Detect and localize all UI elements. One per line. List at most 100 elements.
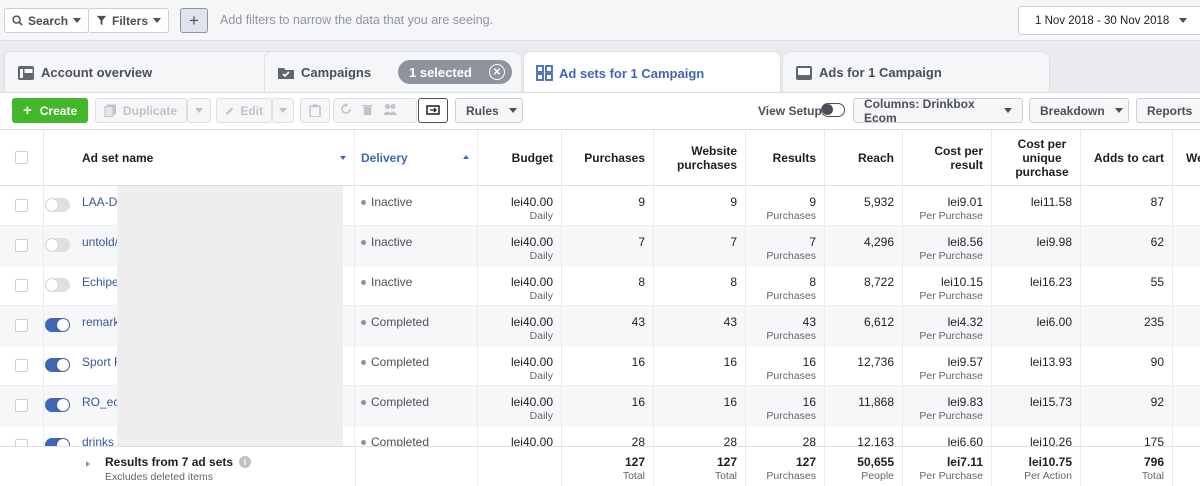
view-setup-toggle[interactable] [821,103,845,117]
cell-value: lei9.98 [1036,235,1072,249]
filters-button[interactable]: Filters [88,8,170,33]
ad-set-toggle[interactable] [45,318,70,332]
column-header-website-purchases[interactable]: Website purchases [654,130,746,186]
chevron-down-icon [1004,108,1012,113]
summary-value: lei10.75 [1028,455,1072,469]
column-header-next[interactable]: We [1173,130,1200,186]
tab-ads[interactable]: Ads for 1 Campaign [782,51,1050,93]
row-checkbox[interactable] [15,399,28,412]
row-reach-cell: 11,868 [825,386,903,426]
tab-account-overview[interactable]: Account overview [4,51,272,93]
ad-set-toggle[interactable] [45,278,70,292]
ad-set-toggle[interactable] [45,398,70,412]
row-checkbox[interactable] [15,239,28,252]
duplicate-button[interactable]: Duplicate [95,98,187,123]
people-icon[interactable] [383,103,397,118]
cell-value: lei9.83 [947,395,983,409]
edit-menu-button[interactable] [272,98,294,123]
row-cost-unique-cell: lei11.58 [992,186,1081,226]
rules-button[interactable]: Rules [455,98,523,123]
row-delivery-cell: Inactive [355,186,478,226]
select-all-checkbox[interactable] [15,151,28,164]
summary-cell-results: 127 Purchases [746,447,825,486]
expand-icon[interactable] [86,461,90,467]
cell-unit: Per Purchase [919,330,983,342]
cell-value: lei8.56 [947,235,983,249]
delivery-status-label: Completed [371,395,430,409]
cell-value: 6,612 [863,315,894,329]
column-header-adds-to-cart[interactable]: Adds to cart [1081,130,1173,186]
column-header-cost-per-result[interactable]: Cost per result [903,130,992,186]
date-range-picker[interactable]: 1 Nov 2018 - 30 Nov 2018 [1018,6,1200,35]
tab-ad-sets[interactable]: Ad sets for 1 Campaign [523,51,781,94]
summary-unit: Total [622,470,645,482]
breakdown-dropdown[interactable]: Breakdown [1029,98,1129,123]
chevron-down-icon [279,108,287,113]
cell-value: 43 [723,315,737,329]
cell-value: lei4.32 [947,315,983,329]
cell-value: lei40.00 [510,235,553,249]
cell-value: lei9.01 [947,195,983,209]
sort-down-icon [340,156,346,160]
ad-set-toggle[interactable] [45,358,70,372]
ad-set-name-link[interactable]: remark [82,315,119,329]
compare-button[interactable] [418,98,448,123]
row-adds-to-cart-cell: 55 [1081,266,1173,306]
clear-selection-icon[interactable]: ✕ [489,64,505,80]
create-button[interactable]: + Create [12,98,88,123]
row-checkbox[interactable] [15,199,28,212]
status-dot-icon [361,239,366,245]
search-button[interactable]: Search [4,8,90,33]
column-header-purchases[interactable]: Purchases [562,130,654,186]
selected-count-label: 1 selected [409,64,472,80]
add-filter-button[interactable]: + [180,8,208,33]
row-results-cell: 9 Purchases [746,186,825,226]
delivery-status-label: Completed [371,355,430,369]
duplicate-label: Duplicate [123,103,178,118]
row-budget-cell: lei40.00 Daily [478,346,562,386]
delivery-status: Completed [361,395,429,409]
column-header-delivery[interactable]: Delivery [355,130,478,186]
row-cost-per-result-cell: lei9.01 Per Purchase [903,186,992,226]
summary-value: lei7.11 [946,455,983,469]
duplicate-menu-button[interactable] [187,98,211,123]
ad-set-toggle[interactable] [45,238,70,252]
row-checkbox[interactable] [15,359,28,372]
cell-value: 16 [631,395,645,409]
cell-value: 4,296 [863,235,894,249]
ad-set-name-link[interactable]: Sport F [82,355,121,369]
row-results-cell: 43 Purchases [746,306,825,346]
preview-button[interactable] [300,98,330,123]
column-header-results[interactable]: Results [746,130,825,186]
column-header-budget[interactable]: Budget [478,130,562,186]
info-icon[interactable]: i [239,456,252,468]
edit-button[interactable]: Edit [216,98,272,123]
trash-icon[interactable] [362,103,373,118]
cell-value: 55 [1150,275,1164,289]
ad-set-toggle[interactable] [45,198,70,212]
column-header-reach[interactable]: Reach [825,130,903,186]
cell-value: lei11.58 [1030,195,1072,209]
column-header-ad-set-name[interactable]: Ad set name [44,130,355,186]
row-checkbox[interactable] [15,319,28,332]
cell-value: 11,868 [858,395,894,409]
search-icon [12,15,23,26]
cell-value: lei10.15 [940,275,983,289]
reports-dropdown[interactable]: Reports [1136,98,1200,123]
column-header-cost-per-unique-purchase[interactable]: Cost per unique purchase [992,130,1081,186]
ad-set-name-link[interactable]: untold/ [82,235,118,249]
row-adds-to-cart-cell: 90 [1081,346,1173,386]
row-checkbox[interactable] [15,279,28,292]
selected-count-pill[interactable]: 1 selected ✕ [398,60,512,84]
date-range-label: 1 Nov 2018 - 30 Nov 2018 [1035,14,1170,27]
refresh-icon[interactable] [340,103,352,118]
columns-dropdown[interactable]: Columns: Drinkbox Ecom [853,97,1023,125]
reports-label: Reports [1147,103,1193,118]
tab-campaigns-label: Campaigns [301,65,372,80]
results-summary-row: Results from 7 ad sets i Excludes delete… [0,446,1200,486]
row-reach-cell: 12,736 [825,346,903,386]
ad-set-name-link[interactable]: Echipe [82,275,119,289]
row-adds-to-cart-cell: 92 [1081,386,1173,426]
column-header-label: Budget [511,151,553,165]
pencil-icon [225,107,234,115]
